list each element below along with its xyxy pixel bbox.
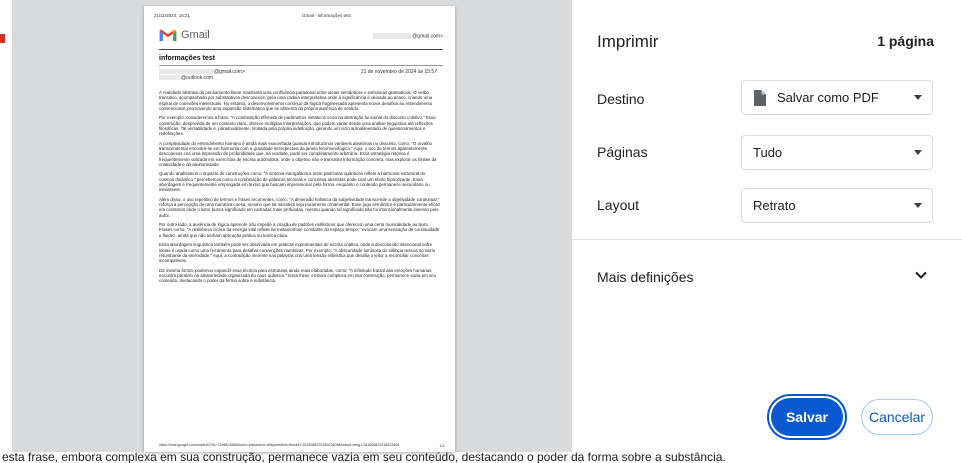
body-paragraph: A realidade abstrata do pensamento linea… — [159, 90, 433, 111]
paginas-select[interactable]: Tudo — [741, 135, 933, 170]
body-paragraph: Por exemplo, consideremos a frase: "A co… — [159, 115, 436, 137]
redacted-block — [373, 33, 412, 39]
paginas-value: Tudo — [753, 145, 783, 160]
destino-value: Salvar como PDF — [777, 90, 879, 105]
destino-select[interactable]: Salvar como PDF — [741, 80, 933, 115]
email-to-suffix: @outlook.com — [181, 75, 214, 81]
gmail-logo-icon — [159, 29, 177, 41]
page-count: 1 página — [877, 33, 934, 49]
background-gmail-icon — [0, 34, 5, 43]
body-paragraph: Essa abordagem linguística também pode s… — [159, 242, 436, 264]
layout-value: Retrato — [753, 198, 796, 213]
email-subject: informações test — [159, 55, 216, 62]
print-preview-area[interactable]: 21/11/2024, 16:21 Gmail - informações te… — [12, 0, 572, 452]
save-button[interactable]: Salvar — [771, 398, 843, 436]
document-icon — [753, 89, 766, 106]
account-email-suffix: @gmail.com> — [412, 33, 443, 40]
redacted-block — [159, 69, 214, 75]
page-header-title: Gmail - informações test — [302, 13, 351, 18]
subject-rule — [159, 65, 443, 66]
caret-down-icon — [914, 95, 922, 100]
email-date: 21 de novembro de 2024 às 15:57 — [360, 69, 437, 75]
background-text-line: esta frase, embora complexa em sua const… — [0, 452, 962, 463]
destino-label: Destino — [597, 91, 645, 107]
page-header-date: 21/11/2024, 16:21 — [154, 13, 190, 18]
dialog-title: Imprimir — [597, 32, 659, 51]
panel-divider — [572, 239, 962, 240]
caret-down-icon — [914, 150, 922, 155]
gmail-logo-text: Gmail — [181, 29, 210, 41]
email-from-suffix: @gmail.com> — [214, 69, 245, 75]
email-body: A realidade abstrata do pensamento linea… — [159, 90, 441, 288]
gmail-logo: Gmail — [159, 28, 210, 42]
page-footer-url: https://mail.google.com/mail/u/0/?ik=72e… — [159, 443, 399, 447]
header-rule — [159, 49, 443, 50]
preview-page: 21/11/2024, 16:21 Gmail - informações te… — [144, 6, 455, 452]
redacted-block — [159, 75, 181, 81]
body-paragraph: Da mesma forma, podemos expandir essa té… — [159, 267, 437, 284]
email-to: @outlook.com — [159, 75, 213, 81]
layout-label: Layout — [597, 197, 640, 213]
more-settings-toggle[interactable]: Mais definições — [597, 269, 694, 285]
body-paragraph: Além disso, o uso repetitivo de termos e… — [159, 196, 441, 218]
paginas-label: Páginas — [597, 144, 648, 160]
body-paragraph: Por outro lado, a ausência de lógica apa… — [159, 222, 440, 238]
chevron-down-icon[interactable] — [914, 268, 928, 282]
page-footer-number: 1/1 — [439, 443, 445, 448]
background-page — [0, 0, 12, 463]
layout-select[interactable]: Retrato — [741, 188, 933, 223]
body-paragraph: Quando analisamos o impacto de construçõ… — [159, 171, 430, 193]
cancel-button[interactable]: Cancelar — [861, 399, 933, 435]
body-paragraph: A complexidade do entendimento humano é … — [159, 140, 437, 167]
print-settings-panel: Imprimir 1 página Destino Salvar como PD… — [572, 0, 962, 452]
account-email: @gmail.com> — [373, 33, 443, 39]
caret-down-icon — [914, 203, 922, 208]
